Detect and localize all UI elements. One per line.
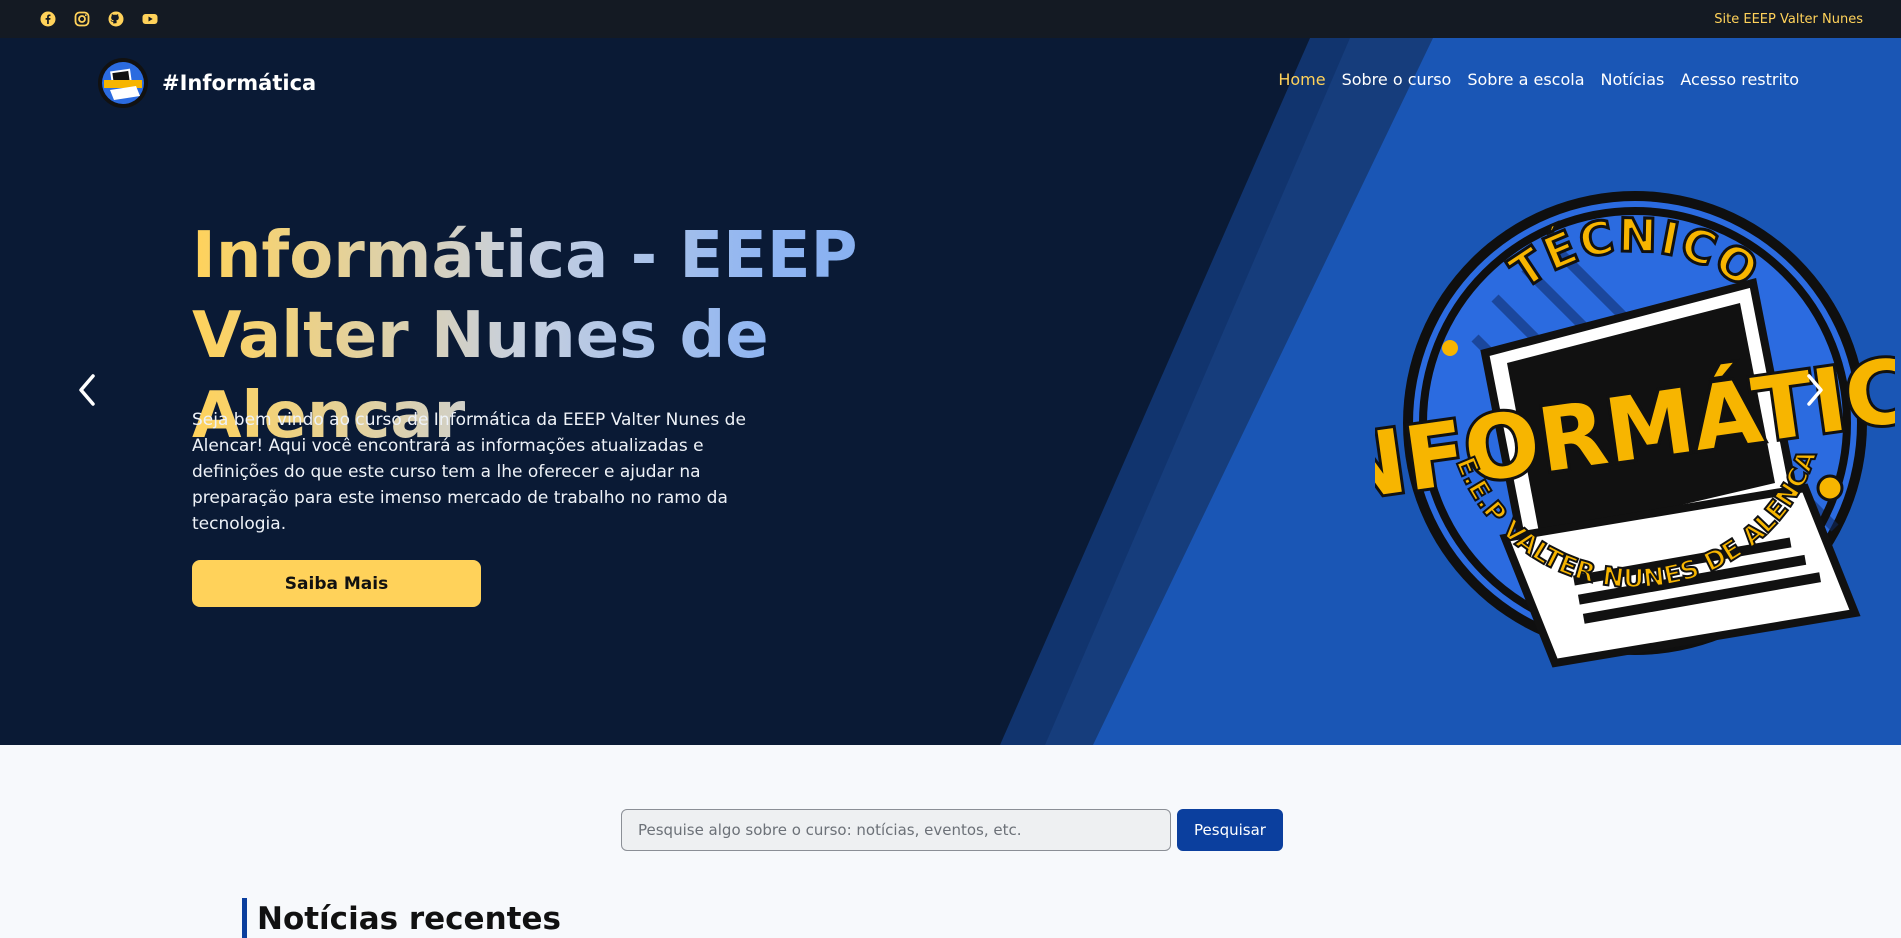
nav-acesso-restrito[interactable]: Acesso restrito bbox=[1680, 70, 1799, 89]
facebook-icon[interactable] bbox=[40, 11, 56, 27]
chevron-left-icon bbox=[79, 374, 95, 406]
school-site-link[interactable]: Site EEEP Valter Nunes bbox=[1714, 12, 1863, 27]
carousel-prev-button[interactable] bbox=[72, 370, 102, 410]
search-button[interactable]: Pesquisar bbox=[1177, 809, 1283, 851]
youtube-icon[interactable] bbox=[142, 11, 158, 27]
hero-description: Seja bem vindo ao curso de Informática d… bbox=[192, 410, 746, 534]
github-icon[interactable] bbox=[108, 11, 124, 27]
top-bar: Site EEEP Valter Nunes bbox=[0, 0, 1901, 38]
saiba-mais-button[interactable]: Saiba Mais bbox=[192, 560, 481, 607]
nav-sobre-o-curso[interactable]: Sobre o curso bbox=[1342, 70, 1452, 89]
course-emblem: TÉCNICO INFORMÁTICA E.E.E.P VALTER NUNES… bbox=[1375, 158, 1895, 668]
brand[interactable]: #Informática bbox=[96, 56, 316, 110]
nav-home[interactable]: Home bbox=[1278, 70, 1325, 89]
nav-noticias[interactable]: Notícias bbox=[1601, 70, 1665, 89]
carousel-next-button[interactable] bbox=[1800, 370, 1830, 410]
brand-name: #Informática bbox=[162, 71, 317, 95]
search-bar: Pesquisar bbox=[621, 809, 1283, 851]
hero-carousel: #Informática Home Sobre o curso Sobre a … bbox=[0, 38, 1901, 745]
recent-news-title: Notícias recentes bbox=[242, 898, 561, 938]
instagram-icon[interactable] bbox=[74, 11, 90, 27]
social-links bbox=[40, 11, 158, 27]
chevron-right-icon bbox=[1807, 374, 1823, 406]
main-nav: Home Sobre o curso Sobre a escola Notíci… bbox=[1278, 70, 1799, 89]
brand-logo-icon bbox=[98, 58, 148, 108]
search-input[interactable] bbox=[621, 809, 1171, 851]
nav-sobre-a-escola[interactable]: Sobre a escola bbox=[1467, 70, 1584, 89]
